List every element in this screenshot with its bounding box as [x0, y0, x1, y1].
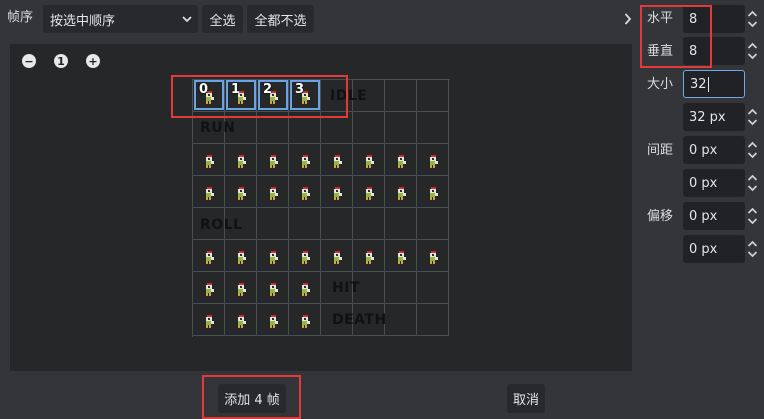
- sheet-cell[interactable]: [385, 80, 417, 112]
- sprite-frame-icon: [204, 315, 215, 328]
- sheet-cell[interactable]: [353, 112, 385, 144]
- offset-y-value: 0 px: [689, 241, 718, 257]
- sprite-frame-icon: [236, 283, 247, 296]
- sprite-frame-icon: [396, 187, 407, 200]
- sheet-cell[interactable]: [417, 208, 449, 240]
- sprite-frame-icon: [300, 187, 311, 200]
- offset-y-spinner-icon[interactable]: [747, 239, 758, 259]
- sprite-frame-icon: [428, 251, 439, 264]
- sprite-frame-icon: [204, 187, 215, 200]
- sprite-frame-icon: [300, 155, 311, 168]
- label-run: RUN: [200, 120, 236, 136]
- select-all-button[interactable]: 全选: [202, 5, 243, 33]
- sprite-frame-icon: [268, 283, 279, 296]
- highlight-add-button: [202, 375, 301, 419]
- sprite-frame-icon: [300, 315, 311, 328]
- sheet-cell[interactable]: [417, 304, 449, 336]
- sprite-frame-icon: [204, 155, 215, 168]
- highlight-hv-settings: [640, 5, 712, 68]
- offset-x-value: 0 px: [689, 208, 718, 224]
- sprite-frame-icon: [332, 251, 343, 264]
- sheet-cell[interactable]: [385, 272, 417, 304]
- offset-label: 偏移: [647, 209, 674, 224]
- sprite-frame-icon: [364, 187, 375, 200]
- separation-label: 间距: [647, 143, 674, 158]
- sprite-frame-icon: [364, 155, 375, 168]
- sheet-cell[interactable]: [321, 208, 353, 240]
- sprite-frame-icon: [428, 155, 439, 168]
- sheet-cell[interactable]: [417, 80, 449, 112]
- separation-y-input[interactable]: 0 px: [683, 169, 745, 197]
- sprite-frame-icon: [268, 155, 279, 168]
- sprite-frame-icon: [204, 251, 215, 264]
- size-x-input[interactable]: 32: [683, 70, 745, 98]
- sprite-frame-icon: [268, 251, 279, 264]
- separation-x-spinner-icon[interactable]: [747, 140, 758, 160]
- highlight-selected-frames: [171, 75, 348, 118]
- sprite-frame-icon: [268, 315, 279, 328]
- size-x-value: 32: [690, 76, 707, 92]
- sheet-cell[interactable]: [385, 208, 417, 240]
- label-hit: HIT: [332, 280, 360, 296]
- sprite-frame-icon: [236, 315, 247, 328]
- sprite-frame-icon: [396, 251, 407, 264]
- sheet-cell[interactable]: [257, 208, 289, 240]
- sheet-cell[interactable]: [385, 304, 417, 336]
- sheet-cell[interactable]: [417, 112, 449, 144]
- sprite-frame-icon: [332, 187, 343, 200]
- separation-x-value: 0 px: [689, 142, 718, 158]
- sprite-frame-icon: [236, 187, 247, 200]
- zoom-in-icon[interactable]: +: [86, 54, 100, 68]
- sheet-cell[interactable]: [385, 112, 417, 144]
- sprite-frame-icon: [300, 251, 311, 264]
- frame-order-dropdown[interactable]: 按选中顺序: [43, 5, 198, 33]
- zoom-out-icon[interactable]: −: [22, 54, 36, 68]
- sheet-cell[interactable]: [417, 272, 449, 304]
- cancel-button[interactable]: 取消: [507, 384, 545, 413]
- sprite-frame-icon: [236, 155, 247, 168]
- zoom-reset-icon[interactable]: 1: [54, 54, 68, 68]
- label-roll: ROLL: [200, 217, 243, 233]
- horizontal-spinner-icon[interactable]: [747, 9, 758, 29]
- size-y-input[interactable]: 32 px: [683, 103, 745, 131]
- sprite-frame-icon: [364, 251, 375, 264]
- chevron-down-icon: [182, 16, 192, 23]
- sprite-frame-icon: [396, 155, 407, 168]
- offset-y-input[interactable]: 0 px: [683, 235, 745, 263]
- sprite-frame-icon: [300, 283, 311, 296]
- deselect-all-button[interactable]: 全都不选: [247, 5, 314, 33]
- separation-y-spinner-icon[interactable]: [747, 173, 758, 193]
- sheet-cell[interactable]: [289, 208, 321, 240]
- frame-order-label: 帧序: [7, 10, 34, 25]
- sprite-frame-icon: [236, 251, 247, 264]
- sprite-frame-icon: [204, 283, 215, 296]
- separation-x-input[interactable]: 0 px: [683, 136, 745, 164]
- sheet-cell[interactable]: [353, 208, 385, 240]
- chevron-right-icon[interactable]: [624, 13, 632, 25]
- separation-y-value: 0 px: [689, 175, 718, 191]
- size-y-value: 32 px: [689, 109, 726, 125]
- offset-x-input[interactable]: 0 px: [683, 202, 745, 230]
- sprite-frame-icon: [332, 155, 343, 168]
- size-y-spinner-icon[interactable]: [747, 107, 758, 127]
- vertical-spinner-icon[interactable]: [747, 41, 758, 61]
- label-death: DEATH: [332, 312, 387, 328]
- offset-x-spinner-icon[interactable]: [747, 206, 758, 226]
- size-label: 大小: [647, 77, 674, 92]
- sprite-frame-icon: [268, 187, 279, 200]
- sprite-frame-icon: [428, 187, 439, 200]
- frame-order-value: 按选中顺序: [50, 13, 116, 29]
